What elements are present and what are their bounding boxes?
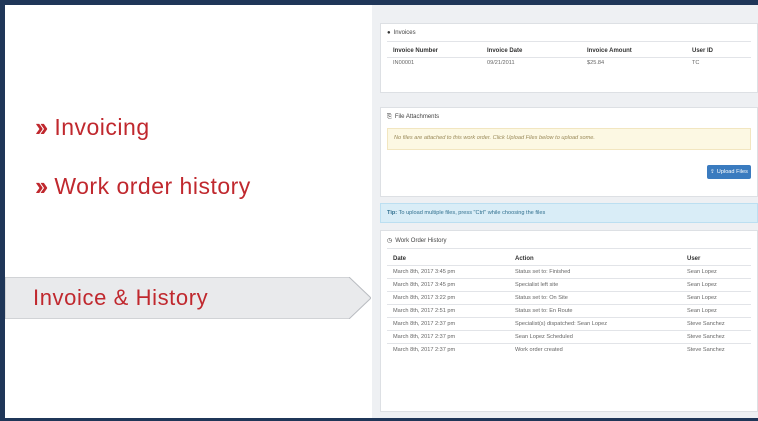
double-chevron-icon: ›› bbox=[35, 171, 48, 201]
bullet-work-order-history: ›› Work order history bbox=[35, 171, 251, 202]
invoices-panel: ● Invoices Invoice Number Invoice Date In… bbox=[380, 23, 758, 93]
clock-icon: ◷ bbox=[387, 238, 393, 244]
section-banner: Invoice & History bbox=[5, 277, 371, 319]
double-chevron-icon: ›› bbox=[35, 112, 48, 142]
banner-label: Invoice & History bbox=[33, 285, 209, 310]
work-order-history-panel: ◷ Work Order History Date Action User Mar… bbox=[380, 230, 758, 412]
pin-icon: ● bbox=[387, 30, 391, 36]
tip-label: Tip: bbox=[387, 210, 398, 216]
upload-icon: ⇪ bbox=[710, 169, 715, 175]
history-panel-title: ◷ Work Order History bbox=[387, 238, 447, 244]
bullet-label: Invoicing bbox=[54, 114, 150, 140]
no-files-warning: No files are attached to this work order… bbox=[387, 128, 751, 150]
upload-files-button[interactable]: ⇪ Upload Files bbox=[707, 165, 751, 179]
tip-text: To upload multiple files, press "Ctrl" w… bbox=[398, 210, 546, 216]
attachments-panel: ⎘ File Attachments No files are attached … bbox=[380, 107, 758, 197]
invoices-panel-title: ● Invoices bbox=[387, 30, 416, 36]
bullet-label: Work order history bbox=[54, 173, 251, 199]
bullet-invoicing: ›› Invoicing bbox=[35, 112, 150, 143]
app-screenshot: ● Invoices Invoice Number Invoice Date In… bbox=[372, 5, 758, 418]
slide-left-panel: ›› Invoicing ›› Work order history bbox=[5, 5, 370, 418]
attachments-panel-title: ⎘ File Attachments bbox=[387, 114, 440, 120]
paperclip-icon: ⎘ bbox=[387, 114, 392, 120]
upload-tip: Tip: To upload multiple files, press "Ct… bbox=[380, 203, 758, 223]
